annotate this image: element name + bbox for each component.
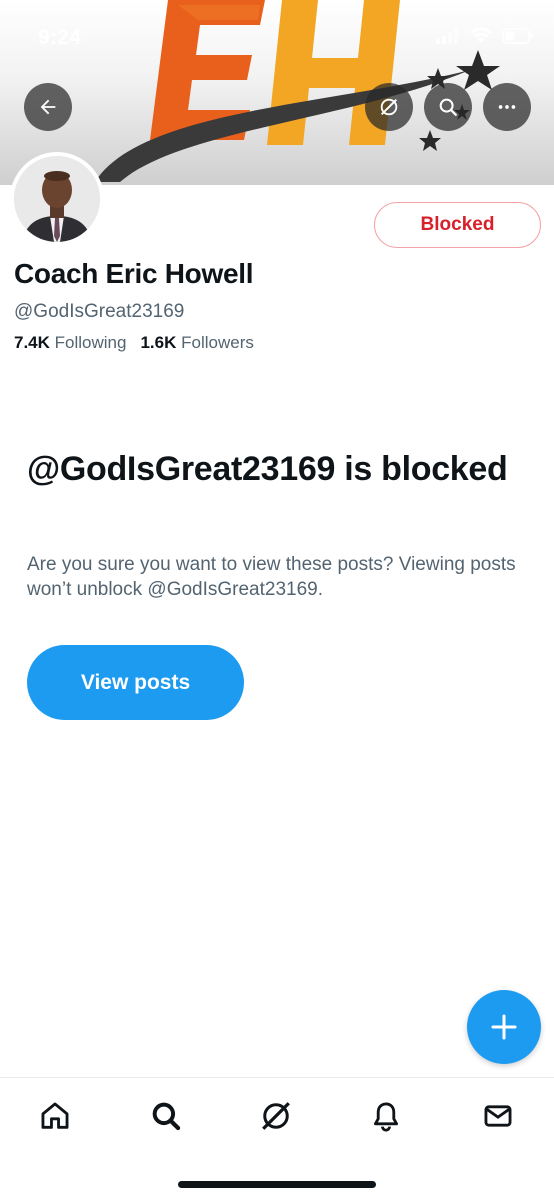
search-icon	[439, 98, 457, 116]
plus-icon	[491, 1014, 517, 1040]
tab-home[interactable]	[35, 1096, 75, 1136]
avatar-photo	[14, 156, 100, 242]
avatar[interactable]	[10, 152, 104, 246]
cellular-signal-icon	[436, 28, 458, 44]
tab-grok[interactable]	[256, 1096, 296, 1136]
more-icon	[498, 105, 516, 109]
status-icons	[436, 28, 534, 44]
grok-button[interactable]	[365, 83, 413, 131]
grok-icon	[380, 98, 398, 116]
followers-label: Followers	[181, 333, 254, 352]
mail-icon	[484, 1105, 512, 1127]
tab-search[interactable]	[146, 1096, 186, 1136]
bell-icon	[373, 1102, 399, 1132]
tab-messages[interactable]	[478, 1096, 518, 1136]
followers-count: 1.6K	[140, 333, 177, 352]
profile-handle: @GodIsGreat23169	[14, 301, 185, 322]
blocked-notice-title: @GodIsGreat23169 is blocked	[27, 450, 508, 488]
battery-icon	[502, 28, 533, 44]
blocked-button[interactable]: Blocked	[374, 202, 541, 248]
status-time: 9:24	[38, 26, 82, 49]
compose-post-button[interactable]	[467, 990, 541, 1064]
back-button[interactable]	[24, 83, 72, 131]
tab-notifications[interactable]	[366, 1096, 406, 1136]
following-label: Following	[54, 333, 127, 352]
more-options-button[interactable]	[483, 83, 531, 131]
following-count: 7.4K	[14, 333, 50, 352]
search-button[interactable]	[424, 83, 472, 131]
blocked-notice-description: Are you sure you want to view these post…	[27, 554, 516, 600]
grok-icon	[262, 1102, 290, 1130]
home-indicator	[178, 1181, 376, 1188]
arrow-left-icon	[40, 99, 56, 115]
display-name: Coach Eric Howell	[14, 258, 254, 289]
view-posts-button[interactable]: View posts	[27, 645, 244, 720]
wifi-icon	[470, 28, 492, 43]
followers-link[interactable]: 1.6K Followers	[140, 333, 253, 353]
search-icon	[152, 1102, 181, 1131]
follow-counts: 7.4K Following 1.6K Followers	[14, 333, 254, 353]
following-link[interactable]: 7.4K Following	[14, 333, 126, 353]
home-icon	[41, 1102, 69, 1129]
